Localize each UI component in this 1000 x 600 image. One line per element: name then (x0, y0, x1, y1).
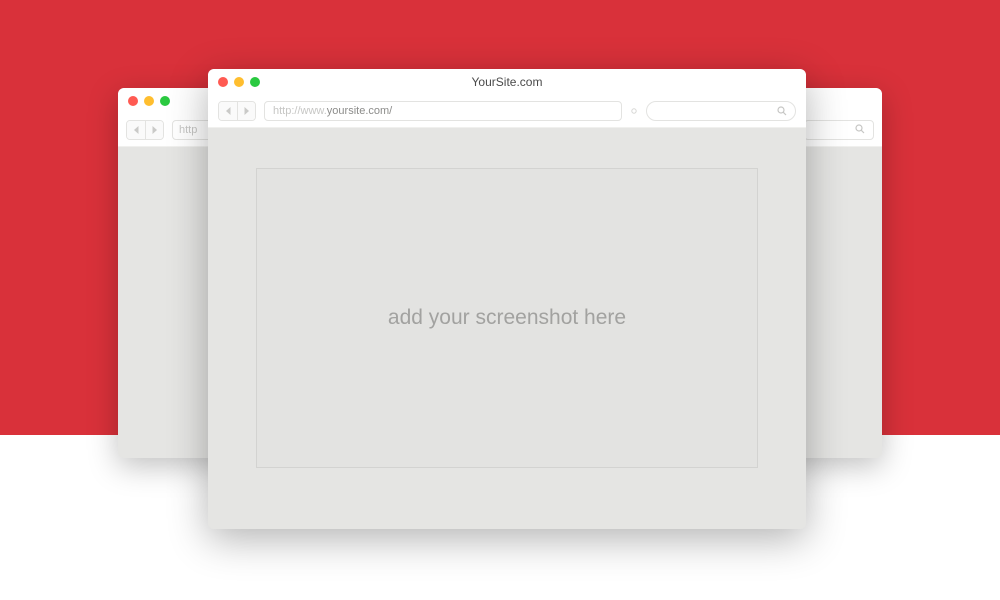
nav-buttons (218, 101, 256, 121)
toolbar: http://www.yoursite.com/ (208, 94, 806, 128)
content-area: add your screenshot here (208, 128, 806, 529)
maximize-icon[interactable] (250, 77, 260, 87)
url-text: http (179, 124, 197, 136)
traffic-lights (218, 77, 260, 87)
close-icon[interactable] (128, 96, 138, 106)
maximize-icon[interactable] (160, 96, 170, 106)
back-button[interactable] (219, 102, 237, 120)
search-icon (777, 106, 787, 116)
page-title: YourSite.com (472, 75, 543, 89)
back-button[interactable] (127, 121, 145, 139)
reader-icon[interactable] (630, 107, 638, 115)
screenshot-placeholder[interactable]: add your screenshot here (256, 168, 758, 468)
minimize-icon[interactable] (144, 96, 154, 106)
address-bar[interactable]: http://www.yoursite.com/ (264, 101, 622, 121)
close-icon[interactable] (218, 77, 228, 87)
search-input[interactable] (646, 101, 796, 121)
nav-buttons (126, 120, 164, 140)
titlebar: YourSite.com (208, 69, 806, 94)
url-prefix: http://www. (273, 105, 327, 117)
placeholder-label: add your screenshot here (388, 306, 626, 330)
traffic-lights (128, 96, 170, 106)
forward-button[interactable] (237, 102, 255, 120)
minimize-icon[interactable] (234, 77, 244, 87)
browser-window-front: YourSite.com http://www.yoursite.com/ ad… (208, 69, 806, 529)
url-domain: yoursite.com/ (327, 105, 392, 117)
search-input[interactable] (804, 120, 874, 140)
forward-button[interactable] (145, 121, 163, 139)
search-icon (855, 121, 865, 139)
